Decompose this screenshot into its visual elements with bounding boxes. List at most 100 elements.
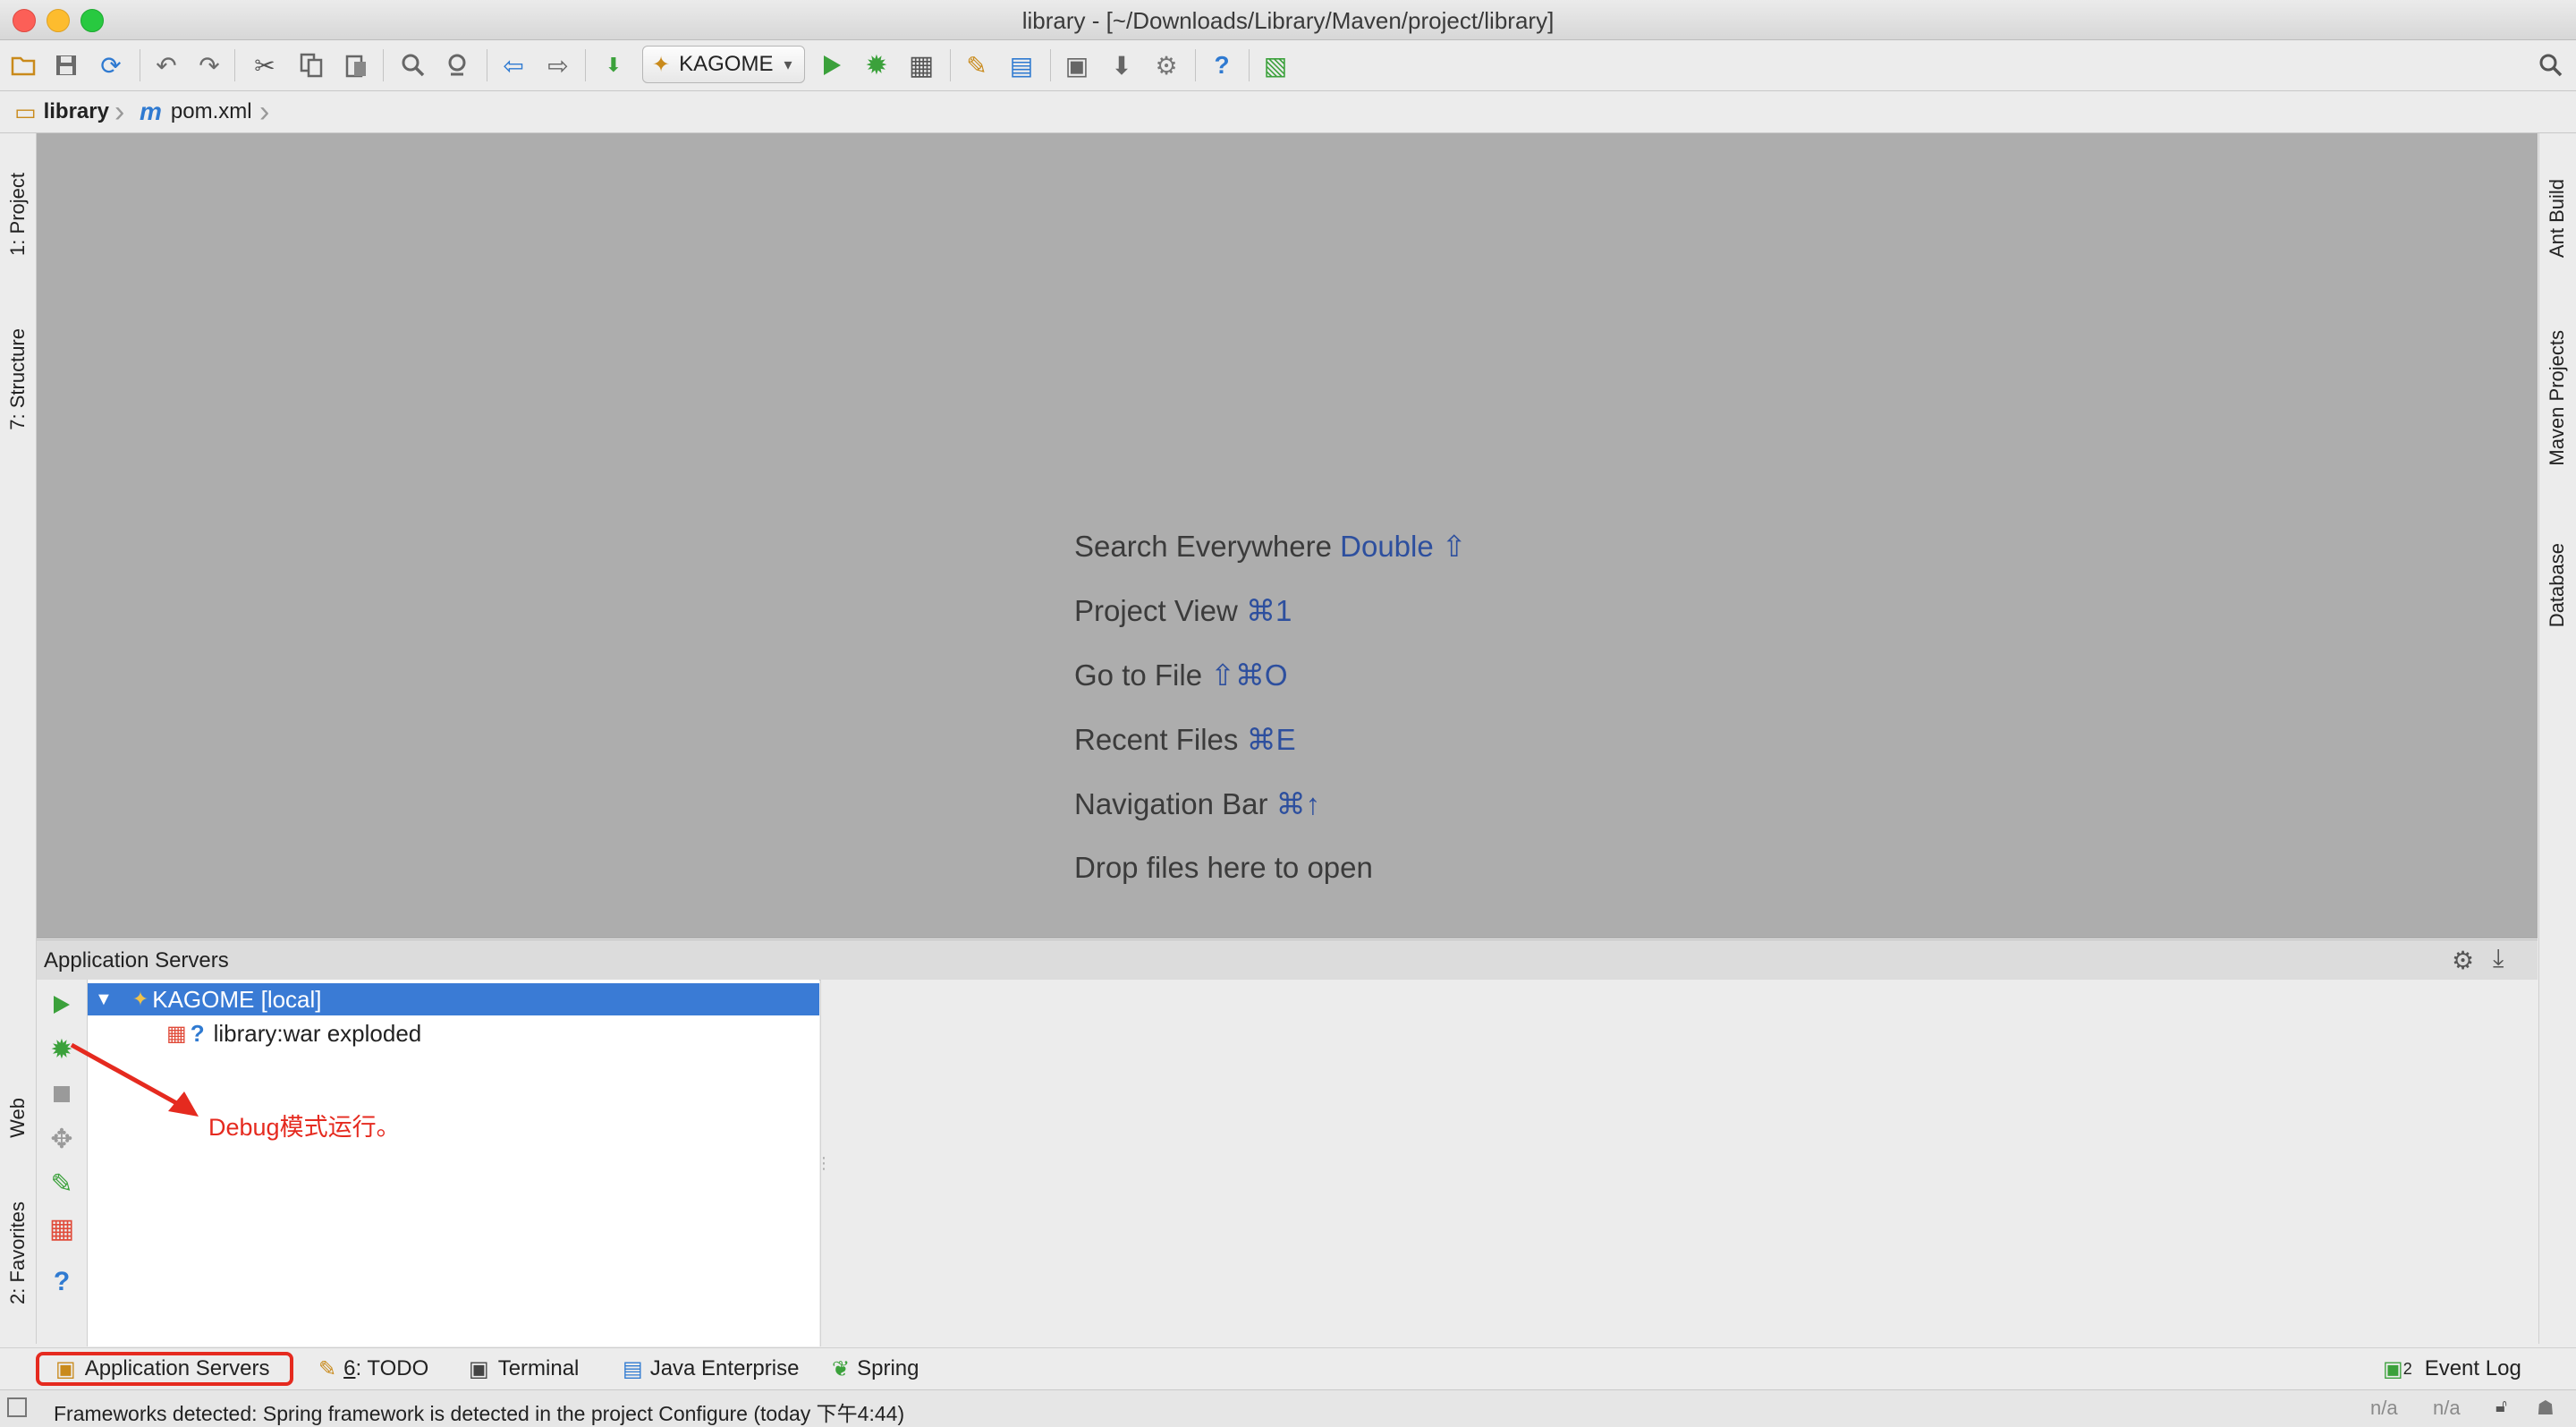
run-config-label: KAGOME bbox=[679, 52, 774, 76]
run-server-button[interactable] bbox=[46, 989, 78, 1021]
highlight-box bbox=[36, 1352, 293, 1386]
android-icon[interactable]: ⚙ bbox=[1150, 49, 1182, 81]
database-tool-tab[interactable]: Database bbox=[2541, 518, 2573, 652]
edit-config-button[interactable]: ✎ bbox=[46, 1168, 78, 1200]
database-tab-label: Database bbox=[2546, 542, 2568, 628]
breadcrumb-file[interactable]: m pom.xml bbox=[140, 97, 252, 127]
expand-arrow-icon[interactable]: ▼ bbox=[95, 990, 113, 1010]
gear-icon[interactable]: ⚙ bbox=[2452, 946, 2474, 975]
annotation-arrow bbox=[70, 1042, 199, 1117]
spring-leaf-icon: ❦ bbox=[832, 1356, 851, 1381]
left-tool-strip: 1: Project 7: Structure Web 2: Favorites bbox=[0, 133, 37, 1344]
paste-icon[interactable] bbox=[340, 49, 372, 81]
status-bar: Frameworks detected: Spring framework is… bbox=[0, 1389, 2576, 1427]
hint-drop-files: Drop files here to open bbox=[1074, 851, 1373, 884]
coverage-icon[interactable]: ▦ bbox=[905, 49, 937, 81]
right-tool-strip: Ant Build Maven Projects Database bbox=[2538, 133, 2576, 1344]
editor-empty-area[interactable]: Search Everywhere Double ⇧ Project View … bbox=[37, 133, 2538, 939]
tab-event-log[interactable]: ▣ 2 Event Log bbox=[2383, 1352, 2521, 1386]
chevron-down-icon: ▾ bbox=[784, 55, 792, 73]
vcs-icon[interactable]: ▧ bbox=[1259, 49, 1292, 81]
breadcrumb-project[interactable]: ▭ library bbox=[14, 97, 109, 127]
breadcrumb: ▭ library › m pom.xml › bbox=[0, 91, 2576, 133]
tab-spring-label: Spring bbox=[857, 1356, 919, 1380]
maven-projects-tool-tab[interactable]: Maven Projects bbox=[2541, 309, 2573, 488]
inspector-icon[interactable]: ☗ bbox=[2537, 1397, 2555, 1420]
breadcrumb-file-label: pom.xml bbox=[170, 99, 252, 123]
window-title: library - [~/Downloads/Library/Maven/pro… bbox=[1021, 7, 1555, 34]
copy-icon[interactable] bbox=[295, 49, 327, 81]
lock-icon[interactable]: 🔓︎ bbox=[2496, 1397, 2507, 1417]
tab-terminal[interactable]: ▣ Terminal bbox=[469, 1352, 579, 1386]
line-separator: n/a bbox=[2433, 1397, 2461, 1419]
back-icon[interactable]: ⇦ bbox=[497, 49, 530, 81]
sdk-icon[interactable]: ▣ bbox=[1061, 49, 1093, 81]
tomcat-icon: ✦ bbox=[652, 52, 671, 77]
build-icon[interactable]: ⬇ bbox=[597, 49, 630, 81]
java-ee-icon: ▤ bbox=[623, 1356, 643, 1381]
project-tab-label: 1: Project bbox=[6, 172, 29, 256]
deploy-button[interactable]: ✥ bbox=[46, 1123, 78, 1155]
todo-icon: ✎ bbox=[318, 1356, 337, 1381]
undo-icon[interactable]: ↶ bbox=[150, 49, 182, 81]
main-toolbar: ⟳ ↶ ↷ ✂ ⇦ ⇨ ⬇ ✦ KAGOME ▾ ✹ ▦ ✎ ▤ ▣ ⬇ ⚙ ?… bbox=[0, 40, 2576, 91]
redo-icon[interactable]: ↷ bbox=[193, 49, 225, 81]
tab-terminal-label: Terminal bbox=[497, 1356, 580, 1380]
toggle-tool-windows-icon[interactable] bbox=[7, 1397, 27, 1417]
status-message[interactable]: Frameworks detected: Spring framework is… bbox=[54, 1397, 904, 1427]
breadcrumb-separator: › bbox=[259, 95, 270, 129]
forward-icon[interactable]: ⇨ bbox=[542, 49, 574, 81]
web-tool-tab[interactable]: Web bbox=[2, 1073, 34, 1162]
breadcrumb-project-label: library bbox=[43, 99, 109, 123]
hint-search-everywhere: Search Everywhere Double ⇧ bbox=[1074, 530, 1467, 563]
ant-build-tool-tab[interactable]: Ant Build bbox=[2541, 151, 2573, 285]
app-servers-panel-header: Application Servers ⚙ ⤓ bbox=[37, 939, 2538, 981]
tab-java-ee-label: Java Enterprise bbox=[649, 1356, 800, 1380]
sync-icon[interactable]: ⟳ bbox=[95, 49, 127, 81]
debug-icon[interactable]: ✹ bbox=[860, 49, 893, 81]
artifact-button[interactable]: ▦ bbox=[46, 1212, 78, 1244]
help-icon[interactable]: ? bbox=[46, 1266, 78, 1298]
event-log-icon: ▣ bbox=[2383, 1356, 2403, 1381]
structure-tab-label: 7: Structure bbox=[6, 328, 29, 430]
hint-project-view: Project View ⌘1 bbox=[1074, 594, 1292, 627]
hide-panel-icon[interactable]: ⤓ bbox=[2493, 944, 2504, 973]
tab-todo-label: : TODO bbox=[355, 1356, 429, 1380]
tomcat-icon: ✦ bbox=[131, 988, 149, 1010]
favorites-tool-tab[interactable]: 2: Favorites bbox=[2, 1176, 34, 1329]
cut-icon[interactable]: ✂ bbox=[249, 49, 281, 81]
run-icon[interactable] bbox=[816, 49, 848, 81]
open-folder-icon[interactable] bbox=[7, 49, 39, 81]
panel-title: Application Servers bbox=[44, 948, 229, 973]
terminal-icon: ▣ bbox=[469, 1356, 489, 1381]
server-details-area bbox=[820, 980, 2538, 1346]
run-configuration-selector[interactable]: ✦ KAGOME ▾ bbox=[642, 46, 805, 83]
project-structure-icon[interactable]: ▤ bbox=[1005, 49, 1038, 81]
project-folder-icon: ▭ bbox=[14, 98, 37, 125]
maven-projects-tab-label: Maven Projects bbox=[2546, 330, 2568, 466]
search-icon[interactable] bbox=[2535, 49, 2567, 81]
structure-tool-tab[interactable]: 7: Structure bbox=[2, 303, 34, 455]
tab-java-enterprise[interactable]: ▤ Java Enterprise bbox=[623, 1352, 799, 1386]
settings-icon[interactable]: ✎ bbox=[961, 49, 993, 81]
server-name: KAGOME [local] bbox=[152, 985, 322, 1013]
project-tool-tab[interactable]: 1: Project bbox=[2, 142, 34, 285]
tab-todo[interactable]: ✎ 6: TODO bbox=[318, 1352, 428, 1386]
save-icon[interactable] bbox=[50, 49, 82, 81]
event-log-count: 2 bbox=[2402, 1359, 2412, 1378]
replace-icon[interactable] bbox=[442, 49, 474, 81]
web-tab-label: Web bbox=[6, 1097, 29, 1138]
tab-spring[interactable]: ❦ Spring bbox=[832, 1352, 919, 1386]
help-icon[interactable]: ? bbox=[1206, 49, 1238, 81]
find-icon[interactable] bbox=[397, 49, 429, 81]
hint-go-to-file: Go to File ⇧⌘O bbox=[1074, 658, 1288, 692]
annotation-text: Debug模式运行。 bbox=[208, 1114, 401, 1141]
download-icon[interactable]: ⬇ bbox=[1106, 49, 1138, 81]
todo-number: 6 bbox=[343, 1356, 356, 1380]
bottom-tool-tabs: ▣ Application Servers ✎ 6: TODO ▣ Termin… bbox=[0, 1347, 2576, 1389]
splitter-handle[interactable]: ⋮ bbox=[816, 1154, 832, 1173]
tree-row-server[interactable]: ▼ ✦ KAGOME [local] bbox=[88, 983, 819, 1015]
caret-position: n/a bbox=[2370, 1397, 2398, 1419]
hint-recent-files: Recent Files ⌘E bbox=[1074, 723, 1296, 756]
artifact-name: library:war exploded bbox=[213, 1019, 422, 1047]
